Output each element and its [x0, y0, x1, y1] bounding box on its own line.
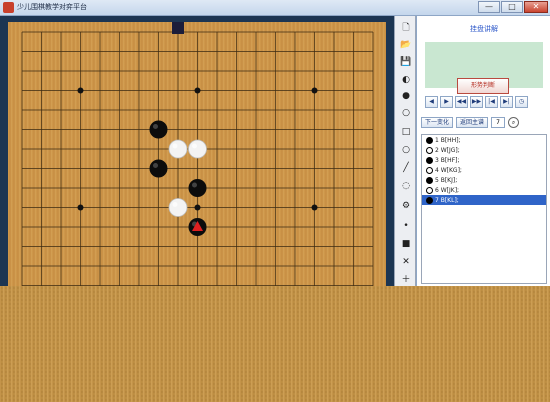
move-text: 3 B[HF];	[435, 156, 460, 164]
star-point	[194, 87, 201, 94]
stone-highlight	[153, 163, 158, 168]
move-text: 6 W[JK];	[435, 186, 460, 194]
stone-highlight	[192, 182, 197, 188]
white-stone[interactable]	[168, 139, 188, 159]
white-stone[interactable]	[188, 139, 207, 159]
app-icon	[3, 2, 14, 13]
move-text: 5 B[KJ];	[435, 176, 458, 184]
move-text: 2 W[JG];	[435, 146, 460, 154]
stone-highlight	[192, 143, 197, 149]
white-stone-icon	[426, 166, 433, 174]
return-mainline-button[interactable]: 返回主谱	[456, 116, 489, 128]
settings-icon[interactable]: ⚙	[398, 198, 414, 214]
move-list-item[interactable]: 7 B[KL];	[422, 195, 546, 205]
first-move-icon[interactable]: |◀	[485, 96, 498, 108]
background-texture	[0, 286, 550, 402]
black-stone-icon[interactable]: ●	[398, 88, 414, 104]
stone-highlight	[153, 124, 158, 129]
prev-move-icon[interactable]: ◀	[425, 96, 438, 108]
last-move-icon[interactable]: ▶|	[500, 96, 513, 108]
star-point	[311, 204, 318, 211]
star-point	[194, 204, 201, 211]
black-stone-icon	[426, 156, 433, 164]
white-stone-icon	[426, 186, 433, 194]
move-number-field[interactable]: 7	[491, 116, 506, 128]
line-icon[interactable]: ╱	[398, 160, 414, 176]
go-board[interactable]	[8, 22, 386, 286]
black-stone[interactable]	[149, 159, 168, 178]
white-stone-icon[interactable]: ○	[398, 105, 414, 121]
fast-forward-icon[interactable]: ▶▶	[470, 96, 483, 108]
circle-icon[interactable]: ○	[398, 142, 414, 158]
lasso-icon[interactable]: ◌	[398, 178, 414, 194]
minimize-button[interactable]: —	[478, 1, 500, 13]
move-list-item[interactable]: 4 W[KG];	[422, 165, 546, 175]
move-list[interactable]: 1 B[HH]; 2 W[JG]; 3 B[HF]; 4 W[KG]; 5 B[KJ];…	[421, 134, 547, 284]
lecture-panel: 挂盘讲解 形势判断 ◀ ▶ ◀◀ ▶▶ |◀ ▶| ◷ 下一变化 返回主谱 7 ⌕ 1 B[…	[416, 16, 550, 286]
tool-strip: 🗋 📂 💾 ◐ ● ○ □ ○ ╱ ◌ ⚙ • ■ ✕ ＋	[394, 16, 416, 286]
square-icon[interactable]: □	[398, 124, 414, 140]
move-text: 7 B[KL];	[435, 196, 459, 204]
move-text: 1 B[HH];	[435, 136, 461, 144]
white-stone[interactable]	[168, 198, 188, 217]
black-stone[interactable]	[149, 120, 168, 139]
black-stone-small-icon[interactable]: •	[398, 218, 414, 234]
window-title: 少儿围棋教学对弈平台	[17, 3, 87, 11]
close-button[interactable]: ✕	[524, 1, 548, 13]
maximize-button[interactable]: □	[501, 1, 523, 13]
move-text: 4 W[KG];	[435, 166, 462, 174]
situation-judge-button[interactable]: 形势判断	[457, 78, 509, 94]
star-point	[77, 204, 84, 211]
board-grid[interactable]	[8, 22, 386, 286]
stone-highlight	[172, 202, 178, 207]
star-point	[77, 87, 84, 94]
delete-icon[interactable]: ✕	[398, 254, 414, 270]
black-white-toggle-icon[interactable]: ◐	[398, 72, 414, 88]
move-list-item[interactable]: 5 B[KJ];	[422, 175, 546, 185]
black-stone-icon	[426, 136, 433, 144]
stone-highlight	[172, 143, 178, 149]
open-folder-icon[interactable]: 📂	[398, 37, 414, 53]
next-move-icon[interactable]: ▶	[440, 96, 453, 108]
board-frame	[0, 16, 394, 286]
black-stone-icon	[426, 196, 433, 204]
star-point	[311, 87, 318, 94]
plus-icon[interactable]: ＋	[398, 270, 414, 286]
navigation-row: ◀ ▶ ◀◀ ▶▶ |◀ ▶| ◷	[425, 96, 528, 110]
save-icon[interactable]: 💾	[398, 54, 414, 70]
search-icon[interactable]: ⌕	[508, 116, 520, 128]
move-list-item[interactable]: 3 B[HF];	[422, 155, 546, 165]
new-file-icon[interactable]: 🗋	[398, 20, 414, 36]
next-move-marker	[172, 22, 184, 34]
move-list-item[interactable]: 6 W[JK];	[422, 185, 546, 195]
title-bar: 少儿围棋教学对弈平台 — □ ✕	[0, 0, 550, 16]
fast-back-icon[interactable]: ◀◀	[455, 96, 468, 108]
move-list-item[interactable]: 2 W[JG];	[422, 145, 546, 155]
white-stone-icon	[426, 146, 433, 154]
panel-title: 挂盘讲解	[470, 25, 498, 33]
clock-icon[interactable]: ◷	[515, 96, 528, 108]
square-mark-icon[interactable]: ■	[398, 236, 414, 252]
next-variation-button[interactable]: 下一变化	[421, 116, 454, 128]
black-stone-icon	[426, 176, 433, 184]
variation-row: 下一变化 返回主谱 7 ⌕	[421, 116, 520, 128]
move-list-item[interactable]: 1 B[HH];	[422, 135, 546, 145]
black-stone[interactable]	[188, 179, 207, 197]
